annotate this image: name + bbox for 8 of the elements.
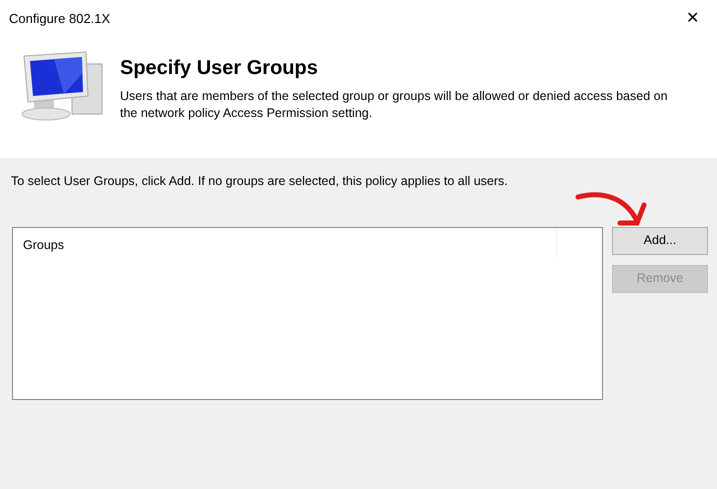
page-title: Specify User Groups (120, 56, 319, 80)
column-header[interactable]: Groups (13, 228, 557, 258)
add-button[interactable]: Add... (612, 226, 708, 255)
window-title: Configure 802.1X (9, 10, 110, 28)
groups-list[interactable]: Groups (12, 226, 603, 400)
page-description: Users that are members of the selected group or groups will be allowed or denied access based on the network policy Access Permission setting. (120, 88, 669, 122)
instruction-text: To select User Groups, click Add. If no groups are selected, this policy applies to all users. (11, 173, 509, 190)
close-button[interactable]: ✕ (680, 7, 705, 31)
